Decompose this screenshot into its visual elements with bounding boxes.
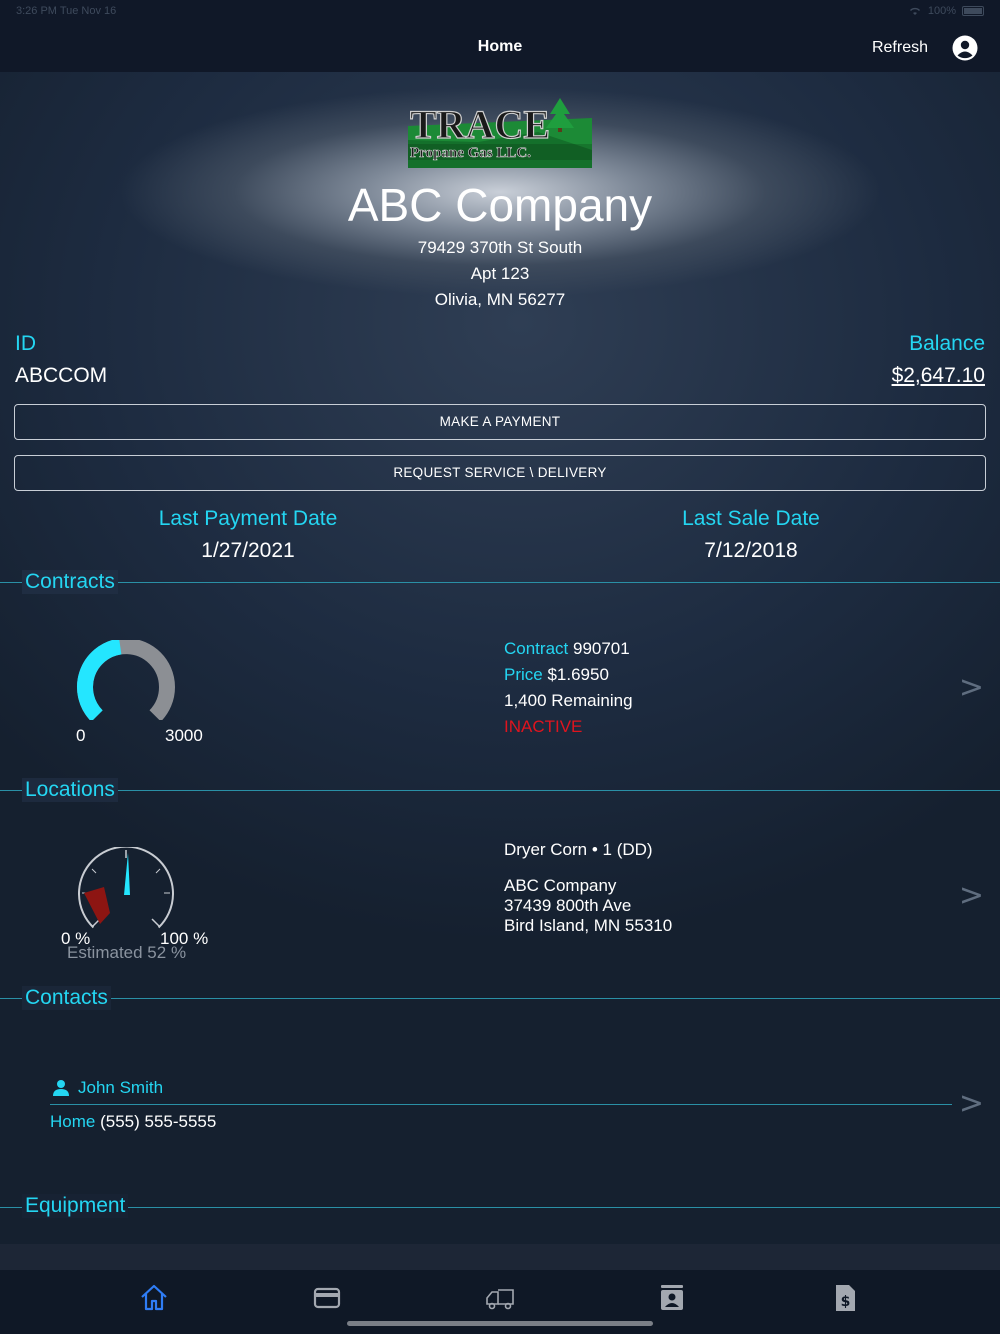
contracts-section-title: Contracts xyxy=(22,570,118,594)
locations-divider xyxy=(0,790,1000,791)
phone-label: Home xyxy=(50,1112,96,1131)
credit-card-icon[interactable] xyxy=(311,1282,343,1314)
svg-text:Propane Gas LLC.: Propane Gas LLC. xyxy=(410,145,531,161)
contract-chevron-icon[interactable]: > xyxy=(959,670,984,705)
equipment-row-peek xyxy=(0,1244,1000,1270)
tank-name: Dryer Corn • 1 (DD) xyxy=(504,840,653,859)
balance-label: Balance xyxy=(909,332,985,355)
status-bar: 3:26 PM Tue Nov 16 100% xyxy=(0,0,1000,24)
company-address-line1: 79429 370th St South xyxy=(417,238,583,257)
delivery-truck-icon[interactable] xyxy=(484,1282,516,1314)
make-payment-button[interactable]: MAKE A PAYMENT xyxy=(14,404,986,440)
battery-icon xyxy=(962,6,984,16)
last-sale-label: Last Sale Date xyxy=(682,507,820,530)
refresh-button[interactable]: Refresh xyxy=(872,39,928,57)
location-spacer xyxy=(504,860,672,876)
location-street: 37439 800th Ave xyxy=(504,896,632,915)
location-name: ABC Company xyxy=(504,876,617,895)
contacts-section-title: Contacts xyxy=(22,986,111,1010)
contract-label: Contract xyxy=(504,639,569,658)
equipment-section-title: Equipment xyxy=(22,1194,129,1218)
person-icon xyxy=(53,1080,69,1096)
locations-section-title: Locations xyxy=(22,778,118,802)
tank-gauge xyxy=(78,847,174,929)
id-value: ABCCOM xyxy=(15,364,108,387)
contact-chevron-icon[interactable]: > xyxy=(959,1086,984,1121)
contact-divider xyxy=(50,1104,952,1105)
location-chevron-icon[interactable]: > xyxy=(959,878,984,913)
contract-status: INACTIVE xyxy=(504,717,583,736)
home-icon[interactable] xyxy=(138,1282,170,1314)
battery-percent: 100% xyxy=(927,5,956,17)
company-name: ABC Company xyxy=(347,179,653,231)
balance-value[interactable]: $2,647.10 xyxy=(892,364,985,388)
company-logo: TRACE Propane Gas LLC. xyxy=(408,98,592,168)
id-label: ID xyxy=(15,332,36,355)
equipment-divider xyxy=(0,1207,1000,1208)
last-payment-label: Last Payment Date xyxy=(158,507,338,530)
wifi-icon xyxy=(909,7,920,15)
account-circle-icon[interactable] xyxy=(952,35,978,61)
phone-value: (555) 555-5555 xyxy=(100,1112,217,1131)
contract-gauge-min: 0 xyxy=(76,726,86,745)
location-city: Bird Island, MN 55310 xyxy=(504,916,673,935)
svg-text:$: $ xyxy=(841,1294,851,1310)
company-address-line2: Apt 123 xyxy=(470,264,530,283)
tank-estimated-level: Estimated 52 % xyxy=(67,943,187,962)
contract-info: Contract 990701 Price $1.6950 1,400 Rema… xyxy=(504,636,633,740)
contact-card-icon[interactable] xyxy=(656,1282,688,1314)
home-indicator xyxy=(347,1321,653,1326)
svg-text:TRACE: TRACE xyxy=(410,102,550,147)
page-title: Home xyxy=(477,38,523,55)
contact-name[interactable]: John Smith xyxy=(78,1078,163,1098)
company-address-line3: Olivia, MN 56277 xyxy=(434,290,566,309)
contact-phone-row[interactable]: Home (555) 555-5555 xyxy=(50,1112,216,1132)
contacts-divider xyxy=(0,998,1000,999)
main-content: TRACE Propane Gas LLC. ABC Company 79429… xyxy=(0,72,1000,1244)
contract-row: Contract 990701 xyxy=(504,636,633,662)
contracts-divider xyxy=(0,582,1000,583)
price-row: Price $1.6950 xyxy=(504,662,633,688)
last-sale-value: 7/12/2018 xyxy=(704,539,798,562)
contract-gauge xyxy=(77,640,175,720)
contract-number: 990701 xyxy=(572,639,630,658)
status-time: 3:26 PM Tue Nov 16 xyxy=(16,5,117,17)
remaining-text: 1,400 Remaining xyxy=(504,691,633,710)
price-value: $1.6950 xyxy=(547,665,609,684)
contract-gauge-max: 3000 xyxy=(165,726,203,745)
price-label: Price xyxy=(504,665,543,684)
location-info: Dryer Corn • 1 (DD) ABC Company 37439 80… xyxy=(504,840,672,936)
last-payment-value: 1/27/2021 xyxy=(201,539,295,562)
status-right: 100% xyxy=(908,5,984,17)
invoice-icon[interactable]: $ xyxy=(829,1282,861,1314)
nav-bar: Home Refresh xyxy=(0,24,1000,72)
request-service-button[interactable]: REQUEST SERVICE \ DELIVERY xyxy=(14,455,986,491)
